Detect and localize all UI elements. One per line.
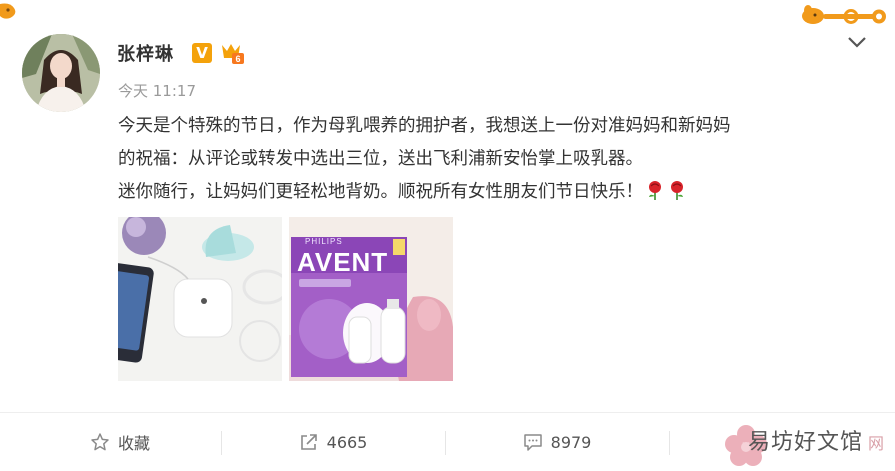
comment-button[interactable]: 8979 — [446, 413, 668, 471]
post-text-line: 的祝福：从评论或转发中选出三位，送出飞利浦新安怡掌上吸乳器。 — [118, 149, 643, 169]
philips-avent-box-photo[interactable]: PHILIPS AVENT — [289, 217, 453, 381]
svg-text:6: 6 — [235, 54, 240, 64]
post-text: 今天是个特殊的节日，作为母乳喂养的拥护者，我想送上一份对准妈妈和新妈妈 的祝福：… — [118, 110, 878, 209]
favorite-button[interactable]: 收藏 — [20, 413, 220, 471]
rose-icon — [649, 181, 661, 200]
share-icon — [300, 434, 317, 450]
post-text-line: 今天是个特殊的节日，作为母乳喂养的拥护者，我想送上一份对准妈妈和新妈妈 — [118, 116, 731, 136]
comment-count: 8979 — [550, 432, 592, 452]
chevron-down-icon[interactable] — [846, 34, 868, 50]
share-button[interactable]: 4665 — [222, 413, 444, 471]
avatar[interactable] — [22, 34, 100, 112]
rose-icon — [671, 181, 683, 200]
verified-badge-icon: V — [192, 43, 212, 63]
box-brand: AVENT — [297, 247, 389, 277]
watermark-text: 易坊好文馆 — [748, 430, 864, 455]
favorite-label: 收藏 — [117, 434, 150, 453]
post-timestamp[interactable]: 今天 11:17 — [118, 80, 196, 101]
share-count: 4665 — [326, 432, 368, 452]
member-level-badge-icon: 6 — [222, 44, 244, 64]
post-text-line: 迷你随行，让妈妈们更轻松地背奶。顺祝所有女性朋友们节日快乐！ — [118, 176, 878, 209]
watermark-suffix: 网 — [868, 434, 885, 453]
watermark: 易坊好文馆 网 — [722, 420, 895, 471]
box-brand-small: PHILIPS — [305, 237, 343, 246]
decoration-left-icon — [0, 3, 16, 19]
decoration-dog-bone-icon — [802, 5, 886, 24]
username[interactable]: 张梓琳 — [117, 40, 174, 66]
action-separator — [669, 431, 670, 455]
star-icon — [91, 433, 109, 451]
comment-icon — [523, 434, 542, 451]
breast-pump-product-photo[interactable] — [118, 217, 282, 381]
